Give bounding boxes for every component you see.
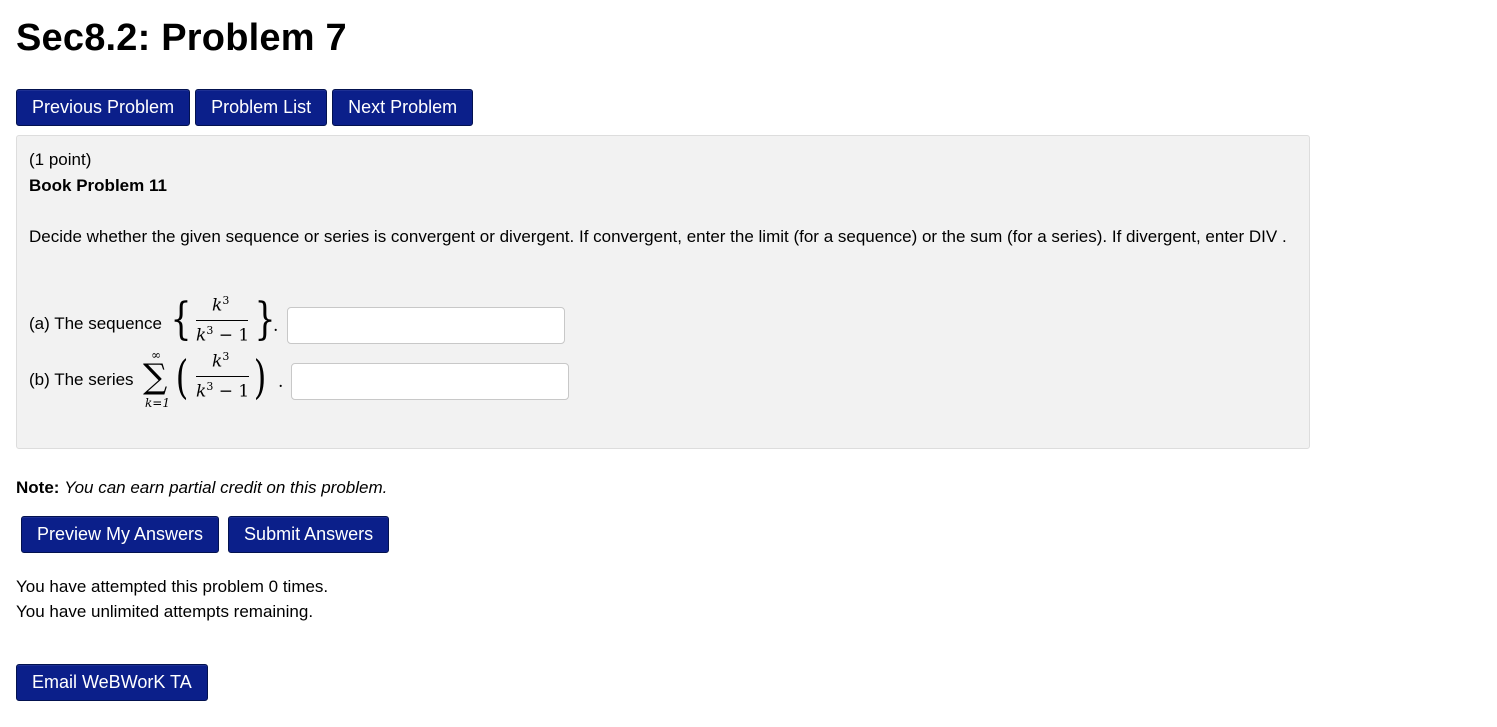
left-paren: ( <box>175 350 189 404</box>
problem-points: (1 point) <box>29 150 92 169</box>
note-label: Note: <box>16 478 60 497</box>
part-b-answer-input[interactable] <box>291 363 569 400</box>
part-b-label: (b) The series <box>29 370 134 389</box>
preview-answers-button[interactable]: Preview My Answers <box>21 516 220 553</box>
fraction-bar <box>196 376 249 377</box>
next-problem-button[interactable]: Next Problem <box>332 89 474 126</box>
problem-panel: (1 point) Book Problem 11 Decide whether… <box>16 135 1310 449</box>
note-text: You can earn partial credit on this prob… <box>64 478 388 497</box>
problem-list-button[interactable]: Problem List <box>195 89 328 126</box>
part-a-expression: { k3 k3 − 1 } . <box>167 294 297 350</box>
previous-problem-button[interactable]: Previous Problem <box>16 89 191 126</box>
answer-actions: Preview My Answers Submit Answers <box>21 516 390 553</box>
problem-instructions: Decide whether the given sequence or ser… <box>29 227 1287 246</box>
part-b-expression: ∞ ∑ k=1 ( k3 k3 − 1 ) . <box>139 348 299 412</box>
part-b-numerator: k3 <box>212 350 230 372</box>
email-ta-button[interactable]: Email WeBWorK TA <box>16 664 208 701</box>
sigma-icon: ∑ <box>143 357 168 397</box>
part-a-period: . <box>273 316 279 336</box>
part-a-denominator: k3 − 1 <box>196 324 250 346</box>
sum-lower-limit: k=1 <box>145 396 170 410</box>
left-brace: { <box>170 294 192 345</box>
part-a-label: (a) The sequence <box>29 314 162 333</box>
fraction-bar <box>196 320 248 321</box>
partial-credit-note: Note: You can earn partial credit on thi… <box>16 478 387 498</box>
part-a-numerator: k3 <box>212 294 230 316</box>
submit-answers-button[interactable]: Submit Answers <box>228 516 390 553</box>
attempt-status: You have attempted this problem 0 times.… <box>16 574 328 624</box>
book-reference: Book Problem 11 <box>29 176 167 195</box>
part-b-denominator: k3 − 1 <box>196 380 250 402</box>
attempts-text: You have attempted this problem 0 times. <box>16 577 329 596</box>
problem-nav: Previous Problem Problem List Next Probl… <box>16 89 474 126</box>
right-paren: ) <box>253 350 267 404</box>
part-a-answer-input[interactable] <box>287 307 565 344</box>
page-title: Sec8.2: Problem 7 <box>16 17 347 59</box>
remaining-text: You have unlimited attempts remaining. <box>16 602 314 621</box>
part-b-period: . <box>278 372 284 392</box>
